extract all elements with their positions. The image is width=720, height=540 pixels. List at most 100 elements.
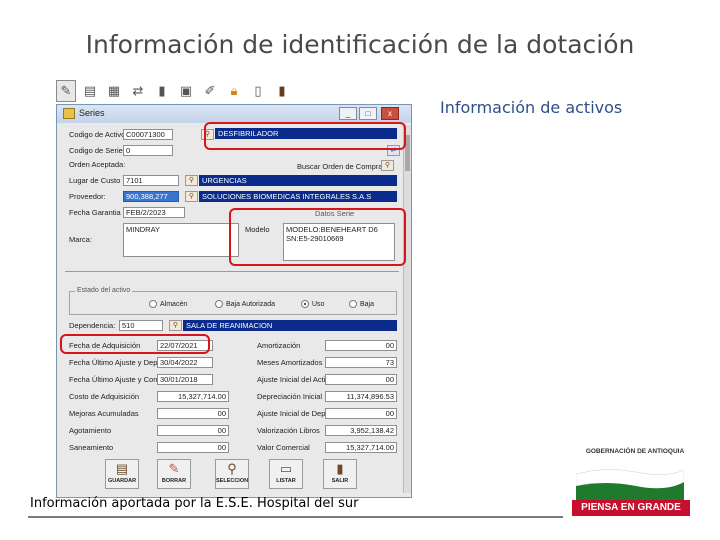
fecha-garantia-label: Fecha Garantia <box>69 208 121 217</box>
right-field-label: Depreciación Inicial <box>257 392 323 401</box>
right-field-value[interactable]: 3,952,138.42 <box>325 425 397 436</box>
left-field-value[interactable]: 00 <box>157 442 229 453</box>
logo-top-text: GOBERNACIÓN DE ANTIOQUIA <box>585 448 685 455</box>
proveedor-search-icon[interactable]: ⚲ <box>185 191 198 202</box>
estado-option-almacen[interactable]: Almacén <box>149 300 187 308</box>
right-field-value[interactable]: 00 <box>325 374 397 385</box>
estado-option-baja[interactable]: Baja <box>349 300 374 308</box>
right-field-label: Meses Amortizados <box>257 358 323 367</box>
bottom-divider <box>28 516 563 518</box>
antioquia-flag-icon <box>576 469 684 500</box>
guardar-label: GUARDAR <box>107 478 137 484</box>
right-field-label: Amortización <box>257 341 301 350</box>
close-button[interactable]: x <box>381 107 399 120</box>
left-field-label: Mejoras Acumuladas <box>69 409 139 418</box>
eraser-icon: ✎ <box>168 461 180 476</box>
dependencia-search-icon[interactable]: ⚲ <box>169 320 182 331</box>
left-field-label: Fecha Último Ajuste y Dep. <box>69 358 160 367</box>
left-field-label: Costo de Adquisición <box>69 392 140 401</box>
listar-button[interactable]: ▭ LISTAR <box>269 459 303 489</box>
app-toolbar: ✎ ▤ ▦ ⇄ ▮ ▣ ✐ 🔒︎ ▯ ▮ <box>56 80 292 106</box>
proveedor-code[interactable]: 900,388,277 <box>123 191 179 202</box>
left-field-value[interactable]: 15,327,714.00 <box>157 391 229 402</box>
marca-field[interactable]: MINDRAY <box>123 223 239 257</box>
fecha-garantia-field[interactable]: FEB/2/2023 <box>123 207 185 218</box>
left-field-label: Fecha Último Ajuste y Cont. <box>69 375 162 384</box>
radio-baja-label: Baja <box>360 300 375 308</box>
logo-band-text: PIENSA EN GRANDE <box>572 500 690 516</box>
radio-almacen-label: Almacén <box>160 300 188 308</box>
orden-aceptada-label: Orden Aceptada: <box>69 160 126 169</box>
salir-label: SALIR <box>331 478 349 484</box>
right-field-value[interactable]: 00 <box>325 408 397 419</box>
minimize-button[interactable]: _ <box>339 107 357 120</box>
codigo-serie-field[interactable]: 0 <box>123 145 173 156</box>
left-field-value[interactable]: 00 <box>157 408 229 419</box>
right-field-label: Valor Comercial <box>257 443 310 452</box>
radio-baja-autorizada[interactable] <box>215 300 223 308</box>
caption: Información aportada por la E.S.E. Hospi… <box>30 496 359 511</box>
gobernacion-logo: GOBERNACIÓN DE ANTIOQUIA PIENSA EN GRAND… <box>570 436 694 518</box>
report-icon[interactable]: ▣ <box>176 80 196 102</box>
estado-option-baja-autorizada[interactable]: Baja Autorizada <box>215 300 275 308</box>
door-icon[interactable]: ▮ <box>272 80 292 102</box>
seleccion-button[interactable]: ⚲ SELECCION <box>215 459 249 489</box>
buscar-orden-icon[interactable]: ⚲ <box>381 160 394 171</box>
right-field-value[interactable]: 00 <box>325 340 397 351</box>
folder-icon <box>63 108 75 119</box>
right-field-label: Ajuste Inicial de Deprec <box>257 409 336 418</box>
window-title: Series <box>79 108 105 118</box>
lamp-icon[interactable]: ✎ <box>56 80 76 102</box>
selection-icon: ⚲ <box>227 461 237 476</box>
battery-icon[interactable]: ▮ <box>152 80 172 102</box>
lugar-custodia-label: Lugar de Custo <box>69 176 121 185</box>
right-field-value[interactable]: 15,327,714.00 <box>325 442 397 453</box>
lugar-custodia-value[interactable]: URGENCIAS <box>199 175 397 186</box>
lugar-search-icon[interactable]: ⚲ <box>185 175 198 186</box>
left-field-value[interactable]: 00 <box>157 425 229 436</box>
printer-icon: ▭ <box>279 461 293 476</box>
calculator-icon[interactable]: ▦ <box>104 80 124 102</box>
right-field-value[interactable]: 11,374,896.53 <box>325 391 397 402</box>
borrar-button[interactable]: ✎ BORRAR <box>157 459 191 489</box>
highlight-modelo <box>229 208 406 266</box>
left-field-value[interactable]: 30/01/2018 <box>157 374 213 385</box>
salir-button[interactable]: ▮ SALIR <box>323 459 357 489</box>
dependencia-code[interactable]: 510 <box>119 320 163 331</box>
notes-icon[interactable]: ▤ <box>80 80 100 102</box>
marca-label: Marca: <box>69 235 92 244</box>
pencil-icon[interactable]: ✐ <box>200 80 220 102</box>
guardar-button[interactable]: ▤ GUARDAR <box>105 459 139 489</box>
lugar-custodia-code[interactable]: 7101 <box>123 175 179 186</box>
radio-almacen[interactable] <box>149 300 157 308</box>
chart-icon[interactable]: ⇄ <box>128 80 148 102</box>
exit-door-icon: ▮ <box>336 461 344 476</box>
radio-uso[interactable] <box>301 300 309 308</box>
codigo-serie-label: Codigo de Serie: <box>69 146 125 155</box>
left-field-label: Saneamiento <box>69 443 114 452</box>
right-field-label: Ajuste Inicial del Acti <box>257 375 326 384</box>
estado-option-uso[interactable]: Uso <box>301 300 324 308</box>
right-field-value[interactable]: 73 <box>325 357 397 368</box>
right-field-label: Valorización Libros <box>257 426 320 435</box>
codigo-activo-field[interactable]: C00071300 <box>123 129 173 140</box>
slide-title: Información de identificación de la dota… <box>85 30 635 59</box>
dependencia-label: Dependencia: <box>69 321 116 330</box>
side-label: Información de activos <box>440 98 623 117</box>
radio-baja-autorizada-label: Baja Autorizada <box>226 300 276 308</box>
series-window: Series _ □ x Codigo de Activo C00071300 … <box>56 104 412 498</box>
page-icon[interactable]: ▯ <box>248 80 268 102</box>
radio-baja[interactable] <box>349 300 357 308</box>
buscar-orden-label: Buscar Orden de Compra <box>297 162 383 171</box>
highlight-fecha-adquisicion <box>60 334 210 354</box>
left-field-value[interactable]: 30/04/2022 <box>157 357 213 368</box>
lock-icon[interactable]: 🔒︎ <box>224 80 244 102</box>
dependencia-value[interactable]: SALA DE REANIMACION <box>183 320 397 331</box>
maximize-button[interactable]: □ <box>359 107 377 120</box>
proveedor-value[interactable]: SOLUCIONES BIOMEDICAS INTEGRALES S.A.S <box>199 191 397 202</box>
listar-label: LISTAR <box>276 478 296 484</box>
borrar-label: BORRAR <box>161 478 187 484</box>
vertical-scrollbar[interactable] <box>403 125 411 493</box>
save-icon: ▤ <box>115 461 129 476</box>
seleccion-label: SELECCION <box>216 478 249 484</box>
